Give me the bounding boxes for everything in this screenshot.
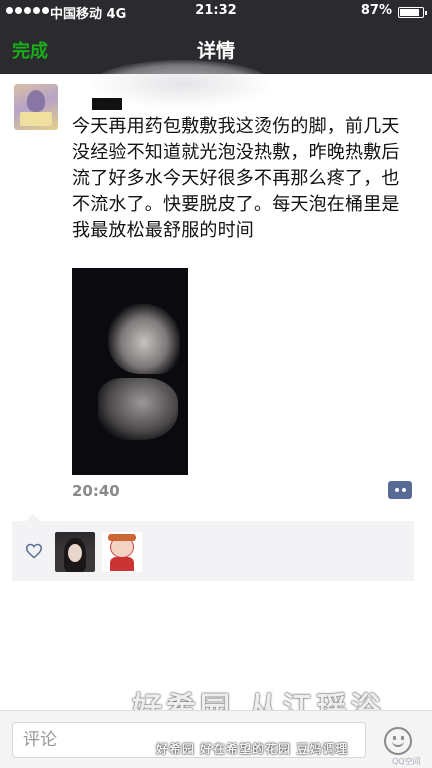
battery-percent: 87% <box>360 3 392 18</box>
post-photo[interactable] <box>72 268 188 475</box>
status-bar: 中国移动 4G 21:32 87% <box>0 0 432 24</box>
likes-box <box>12 514 414 581</box>
author-name[interactable] <box>92 98 122 110</box>
battery-icon <box>398 7 427 18</box>
emoji-icon[interactable] <box>384 727 412 755</box>
done-button[interactable]: 完成 <box>12 37 48 63</box>
liker-avatar[interactable] <box>102 532 142 572</box>
liker-avatar[interactable] <box>55 532 95 572</box>
more-icon[interactable] <box>388 481 412 499</box>
watermark-sub: 好希园 好在希望的花园 豆妈调理 <box>156 742 349 756</box>
author-avatar[interactable] <box>14 84 58 130</box>
comment-bar <box>0 710 432 768</box>
page-title: 详情 <box>196 40 235 62</box>
watermark-corner: QQ空间 <box>392 757 421 766</box>
heart-icon <box>25 543 43 559</box>
post-time: 20:40 <box>72 482 120 500</box>
post-text: 今天再用药包敷敷我这烫伤的脚，前几天没经验不知道就光泡没热敷，昨晚热敷后流了好多… <box>72 116 400 241</box>
